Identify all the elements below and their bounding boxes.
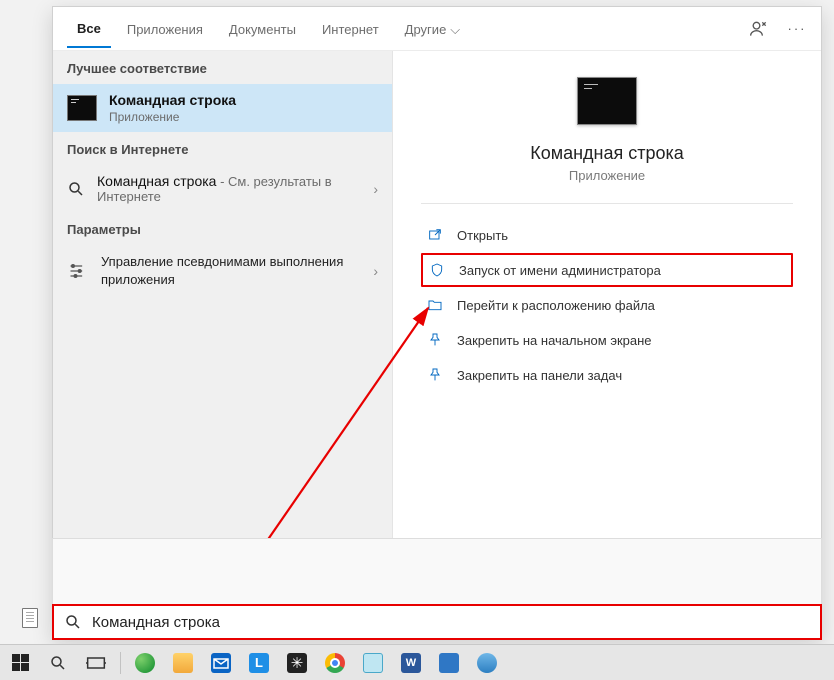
chevron-right-icon: › [373, 181, 378, 197]
action-pin-taskbar[interactable]: Закрепить на панели задач [421, 358, 793, 392]
tab-internet[interactable]: Интернет [312, 10, 389, 47]
actions-list: Открыть Запуск от имени администратора П… [421, 218, 793, 392]
taskbar-app-settings[interactable]: ✳ [283, 649, 311, 677]
settings-result-item[interactable]: Управление псевдонимами выполнения прило… [53, 245, 392, 296]
best-match-item[interactable]: Командная строка Приложение [53, 84, 392, 132]
chevron-right-icon: › [373, 263, 378, 279]
taskbar-app-generic2[interactable] [473, 649, 501, 677]
tab-more[interactable]: Другие⌵ [395, 10, 470, 48]
preview-title: Командная строка [530, 143, 684, 164]
settings-result-title: Управление псевдонимами выполнения прило… [101, 253, 361, 288]
taskbar-search-icon[interactable] [44, 649, 72, 677]
tab-all[interactable]: Все [67, 9, 111, 48]
search-panel-bg [52, 538, 822, 604]
taskbar-app-browser[interactable] [131, 649, 159, 677]
action-open[interactable]: Открыть [421, 218, 793, 252]
best-match-title: Командная строка [109, 92, 378, 108]
tab-apps[interactable]: Приложения [117, 10, 213, 47]
action-open-location[interactable]: Перейти к расположению файла [421, 288, 793, 322]
cmd-icon [67, 95, 97, 121]
web-result-title: Командная строка [97, 173, 216, 189]
feedback-icon[interactable] [749, 19, 769, 39]
preview-sub: Приложение [569, 168, 645, 183]
more-icon[interactable]: ··· [787, 19, 807, 39]
task-view-icon[interactable] [82, 649, 110, 677]
chevron-down-icon: ⌵ [450, 22, 460, 37]
action-run-admin[interactable]: Запуск от имени администратора [421, 253, 793, 287]
search-icon [67, 180, 85, 198]
taskbar-app-notepad[interactable] [359, 649, 387, 677]
web-search-label: Поиск в Интернете [53, 132, 392, 165]
search-input[interactable] [92, 614, 810, 631]
alias-settings-icon [67, 262, 89, 280]
web-result-item[interactable]: Командная строка - См. результаты в Инте… [53, 165, 392, 212]
settings-label: Параметры [53, 212, 392, 245]
start-button[interactable] [6, 649, 34, 677]
taskbar-app-word[interactable]: W [397, 649, 425, 677]
taskbar-app-mail[interactable] [207, 649, 235, 677]
preview-cmd-icon [577, 77, 637, 125]
taskbar: L ✳ W [0, 644, 834, 680]
action-pin-start[interactable]: Закрепить на начальном экране [421, 323, 793, 357]
document-icon [22, 608, 38, 628]
taskbar-app-explorer[interactable] [169, 649, 197, 677]
tabs-bar: Все Приложения Документы Интернет Другие… [53, 7, 821, 51]
search-box[interactable] [52, 604, 822, 640]
taskbar-app-chrome[interactable] [321, 649, 349, 677]
search-icon [64, 613, 82, 631]
best-match-label: Лучшее соответствие [53, 51, 392, 84]
taskbar-app-l[interactable]: L [245, 649, 273, 677]
tab-documents[interactable]: Документы [219, 10, 306, 47]
best-match-sub: Приложение [109, 110, 378, 124]
taskbar-app-generic1[interactable] [435, 649, 463, 677]
